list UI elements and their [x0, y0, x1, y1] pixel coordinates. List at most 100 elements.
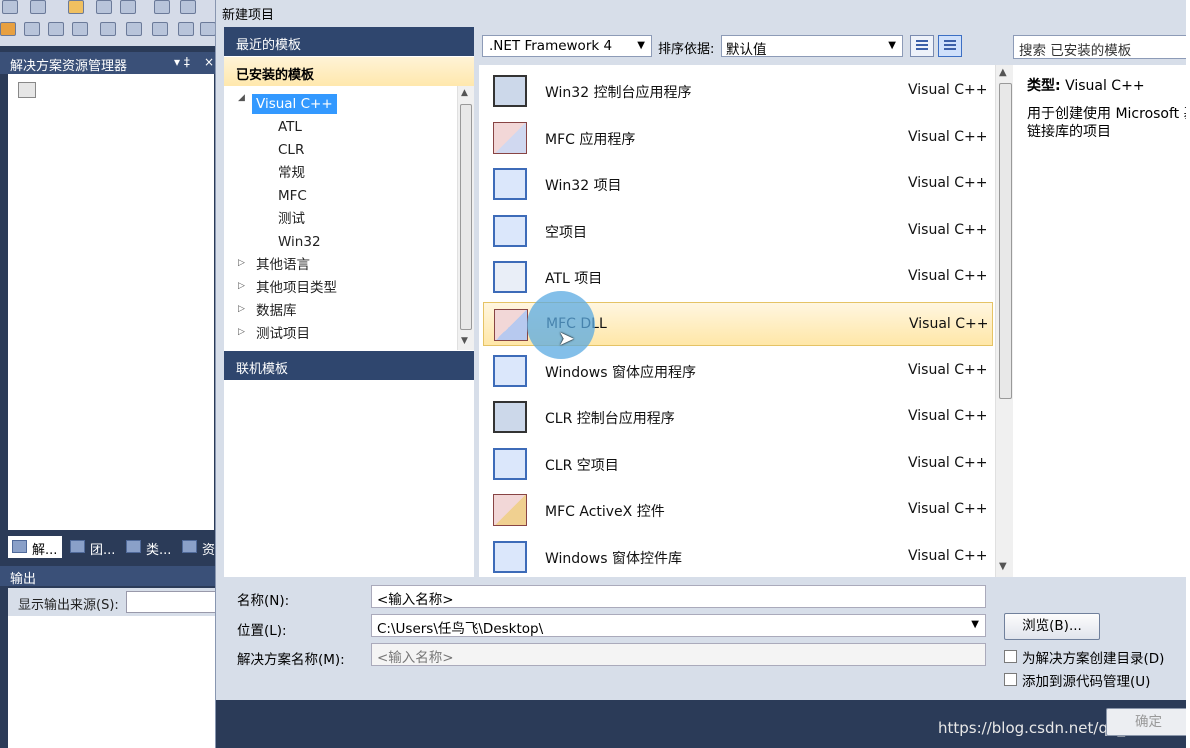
- mfc-activex-icon: [493, 494, 527, 527]
- open-folder-icon[interactable]: [68, 0, 84, 14]
- template-list-scroll-thumb[interactable]: [999, 83, 1012, 399]
- tree-item-atl[interactable]: ATL: [278, 117, 302, 137]
- tab-team-explorer[interactable]: 团...: [66, 536, 120, 558]
- template-list-scrollbar[interactable]: ▲ ▼: [995, 65, 1014, 577]
- ide-panel-tabs: 解... 团... 类... 资: [8, 532, 216, 558]
- comment-icon[interactable]: [152, 22, 168, 36]
- tree-scrollbar[interactable]: ▲ ▼: [457, 86, 474, 350]
- winforms-app-icon: [493, 354, 527, 387]
- small-icons-view-button[interactable]: [910, 35, 934, 57]
- tool-d-icon[interactable]: [200, 22, 216, 36]
- chevron-down-icon[interactable]: ▼: [971, 619, 979, 630]
- location-input[interactable]: C:\Users\任鸟飞\Desktop\ ▼: [371, 614, 986, 637]
- expanded-triangle-icon[interactable]: ◢: [238, 93, 248, 103]
- type-label: 类型:: [1027, 78, 1061, 94]
- template-row[interactable]: Windows 窗体控件库 Visual C++: [483, 535, 993, 579]
- template-row[interactable]: Win32 控制台应用程序 Visual C++: [483, 69, 993, 113]
- output-toolbar: 显示输出来源(S):: [8, 588, 216, 616]
- details-view-button[interactable]: [938, 35, 962, 57]
- create-dir-label[interactable]: 为解决方案创建目录(D): [1022, 647, 1164, 667]
- template-name: Windows 窗体应用程序: [545, 364, 696, 381]
- tree-item-other-languages[interactable]: 其他语言: [256, 255, 310, 275]
- template-row[interactable]: CLR 控制台应用程序 Visual C++: [483, 395, 993, 439]
- template-search-input[interactable]: 搜索 已安装的模板: [1013, 35, 1190, 59]
- collapsed-triangle-icon[interactable]: ▷: [238, 304, 248, 314]
- tool-a-icon[interactable]: [0, 22, 16, 36]
- template-tree: ◢ Visual C++ ATL CLR 常规 MFC 测试 Win32 ▷ 其…: [224, 86, 458, 350]
- recent-templates-header[interactable]: 最近的模板: [224, 27, 474, 56]
- framework-select[interactable]: .NET Framework 4 ▼: [482, 35, 652, 57]
- installed-templates-header[interactable]: 已安装的模板: [224, 57, 474, 86]
- output-source-select[interactable]: [126, 591, 216, 613]
- tool-b-icon[interactable]: [24, 22, 40, 36]
- collapsed-triangle-icon[interactable]: ▷: [238, 327, 248, 337]
- save-all-icon[interactable]: [120, 0, 136, 14]
- tree-item-test-projects[interactable]: 测试项目: [256, 324, 310, 344]
- sort-select[interactable]: 默认值 ▼: [721, 35, 903, 58]
- new-project-icon[interactable]: [2, 0, 18, 14]
- template-row[interactable]: CLR 空项目 Visual C++: [483, 442, 993, 486]
- outdent-icon[interactable]: [126, 22, 142, 36]
- output-title: 输出: [10, 572, 37, 587]
- scroll-up-icon[interactable]: ▲: [999, 67, 1007, 78]
- pin-icon[interactable]: ▾ ‡: [174, 55, 190, 69]
- scroll-up-icon[interactable]: ▲: [461, 88, 468, 98]
- template-language: Visual C++: [908, 82, 988, 98]
- tab-label: 解...: [32, 543, 58, 558]
- find-icon[interactable]: [48, 22, 64, 36]
- resource-view-icon: [182, 540, 197, 553]
- clr-console-icon: [493, 401, 527, 434]
- clr-empty-icon: [493, 447, 527, 480]
- online-templates-header[interactable]: 联机模板: [224, 351, 474, 380]
- template-language: Visual C++: [908, 221, 988, 238]
- properties-icon[interactable]: [18, 82, 36, 98]
- tree-item-visual-cpp[interactable]: Visual C++: [252, 94, 337, 114]
- template-row[interactable]: MFC ActiveX 控件 Visual C++: [483, 488, 993, 532]
- mouse-cursor-icon: ➤: [558, 326, 575, 350]
- template-name: CLR 控制台应用程序: [545, 411, 675, 428]
- collapsed-triangle-icon[interactable]: ▷: [238, 281, 248, 291]
- mfc-dll-icon: [494, 309, 528, 341]
- browse-button[interactable]: 浏览(B)...: [1004, 613, 1100, 640]
- tree-item-database[interactable]: 数据库: [256, 301, 297, 321]
- template-row[interactable]: 空项目 Visual C++: [483, 209, 993, 253]
- close-icon[interactable]: ×: [204, 55, 214, 69]
- copy-icon[interactable]: [180, 0, 196, 14]
- framework-value: .NET Framework 4: [489, 38, 613, 54]
- collapsed-triangle-icon[interactable]: ▷: [238, 258, 248, 268]
- console-app-icon: [493, 75, 527, 107]
- tree-item-clr[interactable]: CLR: [278, 140, 304, 160]
- save-icon[interactable]: [96, 0, 112, 14]
- tab-solution-explorer[interactable]: 解...: [8, 536, 62, 558]
- ok-button[interactable]: 确定: [1106, 708, 1190, 736]
- tree-item-mfc[interactable]: MFC: [278, 186, 307, 206]
- template-row[interactable]: MFC 应用程序 Visual C++: [483, 116, 993, 160]
- tree-item-general[interactable]: 常规: [278, 163, 305, 183]
- template-row[interactable]: Win32 项目 Visual C++: [483, 162, 993, 206]
- tool-c-icon[interactable]: [72, 22, 88, 36]
- spell-icon[interactable]: [178, 22, 194, 36]
- name-input[interactable]: <输入名称>: [371, 585, 986, 608]
- cut-icon[interactable]: [154, 0, 170, 14]
- tree-item-other-project-types[interactable]: 其他项目类型: [256, 278, 337, 298]
- tree-item-win32[interactable]: Win32: [278, 232, 321, 252]
- create-dir-checkbox[interactable]: [1004, 650, 1017, 663]
- template-language: Visual C++: [908, 175, 988, 192]
- add-source-control-checkbox[interactable]: [1004, 673, 1017, 686]
- add-item-icon[interactable]: [30, 0, 46, 14]
- indent-icon[interactable]: [100, 22, 116, 36]
- scroll-down-icon[interactable]: ▼: [461, 336, 468, 346]
- tab-resource-view[interactable]: 资: [178, 536, 216, 558]
- empty-project-icon: [493, 214, 527, 247]
- tree-scroll-thumb[interactable]: [460, 104, 472, 330]
- tree-item-test[interactable]: 测试: [278, 209, 305, 229]
- win32-project-icon: [493, 168, 527, 201]
- tab-class-view[interactable]: 类...: [122, 536, 176, 558]
- chevron-down-icon: ▼: [888, 40, 896, 51]
- solution-name-input[interactable]: <输入名称>: [371, 643, 986, 666]
- solution-explorer-title: 解决方案资源管理器: [10, 59, 128, 74]
- scroll-down-icon[interactable]: ▼: [999, 561, 1007, 572]
- template-name: MFC ActiveX 控件: [545, 504, 665, 521]
- add-source-control-label[interactable]: 添加到源代码管理(U): [1022, 670, 1150, 690]
- tab-label: 类...: [146, 543, 172, 558]
